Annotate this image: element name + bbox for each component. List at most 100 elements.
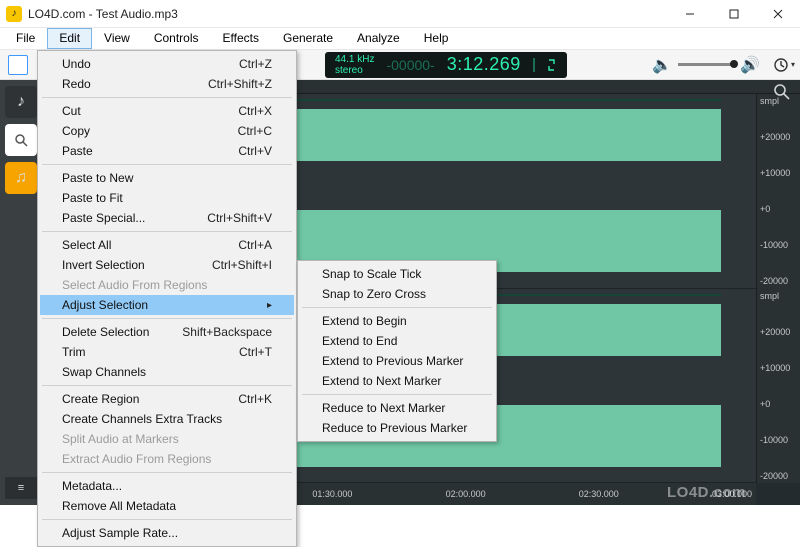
menu-item-label: Metadata... bbox=[62, 479, 122, 493]
menu-item-label: Select All bbox=[62, 238, 111, 252]
menu-item-label: Reduce to Previous Marker bbox=[322, 421, 467, 435]
edit-menu-item-11[interactable]: Select All Ctrl+A bbox=[40, 235, 294, 255]
adjust-submenu-item-0[interactable]: Snap to Scale Tick bbox=[300, 264, 494, 284]
adjust-selection-submenu: Snap to Scale Tick Snap to Zero Cross Exte… bbox=[297, 260, 497, 442]
edit-menu-item-18[interactable]: Swap Channels bbox=[40, 362, 294, 382]
edit-menu-item-16[interactable]: Delete Selection Shift+Backspace bbox=[40, 322, 294, 342]
menu-help[interactable]: Help bbox=[412, 28, 461, 49]
menu-item-label: Invert Selection bbox=[62, 258, 145, 272]
time-tick: 02:30.000 bbox=[579, 489, 619, 499]
edit-menu-item-28[interactable]: Adjust Sample Rate... bbox=[40, 523, 294, 543]
edit-menu-item-25[interactable]: Metadata... bbox=[40, 476, 294, 496]
edit-menu-item-12[interactable]: Invert SelectionCtrl+Shift+I bbox=[40, 255, 294, 275]
menu-item-label: Paste bbox=[62, 144, 93, 158]
loop-icon[interactable] bbox=[547, 57, 557, 73]
edit-menu-item-7[interactable]: Paste to New bbox=[40, 168, 294, 188]
menu-item-label: Reduce to Next Marker bbox=[322, 401, 445, 415]
search-button[interactable] bbox=[774, 84, 790, 104]
menu-generate[interactable]: Generate bbox=[271, 28, 345, 49]
menu-item-label: Create Region bbox=[62, 392, 139, 406]
adjust-submenu-item-5[interactable]: Extend to Previous Marker bbox=[300, 351, 494, 371]
volume-control[interactable]: 🔈 🔊 bbox=[652, 55, 760, 75]
menu-item-label: Extend to Previous Marker bbox=[322, 354, 463, 368]
speaker-high-icon: 🔊 bbox=[740, 55, 760, 75]
titlebar: ♪ LO4D.com - Test Audio.mp3 bbox=[0, 0, 800, 28]
menu-item-shortcut: Ctrl+Z bbox=[219, 57, 272, 71]
amplitude-axis: smpl +20000 +10000 +0 -10000 -20000 smpl… bbox=[756, 94, 800, 483]
time-tick: 03:00.000 bbox=[712, 489, 752, 499]
edit-menu-item-4[interactable]: Copy Ctrl+C bbox=[40, 121, 294, 141]
menu-item-label: Copy bbox=[62, 124, 90, 138]
sidebar-item-music[interactable]: ♪ bbox=[5, 86, 37, 118]
sidebar-item-search[interactable] bbox=[5, 124, 37, 156]
menu-item-label: Delete Selection bbox=[62, 325, 149, 339]
time-tick: 02:00.000 bbox=[446, 489, 486, 499]
adjust-submenu-item-6[interactable]: Extend to Next Marker bbox=[300, 371, 494, 391]
submenu-arrow-icon: ▸ bbox=[267, 300, 272, 311]
history-button[interactable]: ▾ bbox=[768, 51, 800, 79]
channel-mode: stereo bbox=[335, 65, 374, 76]
menu-item-label: Adjust Sample Rate... bbox=[62, 526, 178, 540]
edit-menu-item-14[interactable]: Adjust Selection ▸ bbox=[40, 295, 294, 315]
menu-edit[interactable]: Edit bbox=[47, 28, 92, 49]
menu-view[interactable]: View bbox=[92, 28, 142, 49]
edit-menu-item-1[interactable]: RedoCtrl+Shift+Z bbox=[40, 74, 294, 94]
sample-rate: 44.1 kHz bbox=[335, 54, 374, 65]
window-controls bbox=[668, 0, 800, 28]
menu-item-label: Split Audio at Markers bbox=[62, 432, 179, 446]
edit-menu-item-0[interactable]: Undo Ctrl+Z bbox=[40, 54, 294, 74]
menu-item-shortcut: Ctrl+C bbox=[218, 124, 272, 138]
menu-item-label: Paste Special... bbox=[62, 211, 145, 225]
audio-info-panel: 44.1 kHz stereo -00000- 3:12.269 bbox=[325, 52, 567, 78]
menu-item-label: Adjust Selection bbox=[62, 298, 148, 312]
edit-menu-item-5[interactable]: PasteCtrl+V bbox=[40, 141, 294, 161]
time-tick: 01:30.000 bbox=[312, 489, 352, 499]
close-button[interactable] bbox=[756, 0, 800, 28]
toolbar-button-1[interactable] bbox=[8, 55, 28, 75]
minimize-button[interactable] bbox=[668, 0, 712, 28]
volume-slider[interactable] bbox=[678, 63, 734, 66]
edit-menu-item-21[interactable]: Create Channels Extra Tracks bbox=[40, 409, 294, 429]
menu-item-shortcut: Shift+Backspace bbox=[162, 325, 272, 339]
edit-menu-item-8[interactable]: Paste to Fit bbox=[40, 188, 294, 208]
menu-item-label: Extract Audio From Regions bbox=[62, 452, 211, 466]
window-title: LO4D.com - Test Audio.mp3 bbox=[28, 7, 178, 21]
adjust-submenu-item-4[interactable]: Extend to End bbox=[300, 331, 494, 351]
menu-effects[interactable]: Effects bbox=[211, 28, 271, 49]
menu-item-label: Swap Channels bbox=[62, 365, 146, 379]
edit-menu-item-22: Split Audio at Markers bbox=[40, 429, 294, 449]
menu-item-shortcut: Ctrl+K bbox=[218, 392, 272, 406]
menu-item-label: Extend to Next Marker bbox=[322, 374, 441, 388]
maximize-button[interactable] bbox=[712, 0, 756, 28]
edit-menu-item-17[interactable]: Trim Ctrl+T bbox=[40, 342, 294, 362]
adjust-submenu-item-3[interactable]: Extend to Begin bbox=[300, 311, 494, 331]
menu-file[interactable]: File bbox=[4, 28, 47, 49]
menu-item-label: Trim bbox=[62, 345, 86, 359]
menu-item-shortcut: Ctrl+A bbox=[218, 238, 272, 252]
adjust-submenu-item-9[interactable]: Reduce to Previous Marker bbox=[300, 418, 494, 438]
edit-menu-item-9[interactable]: Paste Special...Ctrl+Shift+V bbox=[40, 208, 294, 228]
menu-item-label: Extend to Begin bbox=[322, 314, 407, 328]
sidebar-item-track[interactable]: ♫ bbox=[5, 162, 37, 194]
menu-item-label: Snap to Scale Tick bbox=[322, 267, 421, 281]
edit-menu-item-26[interactable]: Remove All Metadata bbox=[40, 496, 294, 516]
edit-menu-item-3[interactable]: CutCtrl+X bbox=[40, 101, 294, 121]
counter-aux: -00000- bbox=[386, 57, 434, 73]
adjust-submenu-item-1[interactable]: Snap to Zero Cross bbox=[300, 284, 494, 304]
menu-analyze[interactable]: Analyze bbox=[345, 28, 412, 49]
menu-item-label: Snap to Zero Cross bbox=[322, 287, 426, 301]
adjust-submenu-item-8[interactable]: Reduce to Next Marker bbox=[300, 398, 494, 418]
edit-menu-item-20[interactable]: Create Region Ctrl+K bbox=[40, 389, 294, 409]
edit-menu-item-13: Select Audio From Regions bbox=[40, 275, 294, 295]
menu-item-label: Undo bbox=[62, 57, 91, 71]
menu-item-shortcut: Ctrl+T bbox=[219, 345, 272, 359]
menu-controls[interactable]: Controls bbox=[142, 28, 211, 49]
clock-icon bbox=[773, 57, 789, 73]
menu-item-label: Paste to Fit bbox=[62, 191, 123, 205]
sidebar: ♪ ♫ ≡ bbox=[0, 80, 42, 505]
speaker-low-icon: 🔈 bbox=[652, 55, 672, 75]
menu-item-label: Create Channels Extra Tracks bbox=[62, 412, 222, 426]
menu-item-label: Paste to New bbox=[62, 171, 133, 185]
menu-item-shortcut: Ctrl+X bbox=[218, 104, 272, 118]
sidebar-bottom-toggle[interactable]: ≡ bbox=[5, 477, 37, 499]
